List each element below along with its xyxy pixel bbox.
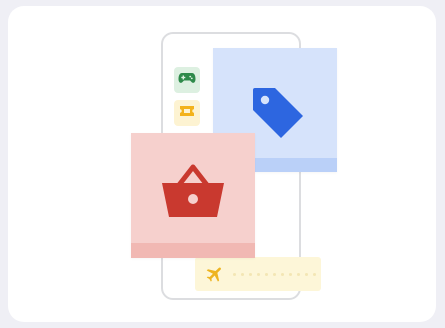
price-tag-icon xyxy=(249,84,307,147)
airplane-icon xyxy=(205,264,225,284)
shopping-tile-band xyxy=(131,243,255,258)
gamepad-icon xyxy=(178,71,196,90)
shopping-basket-icon xyxy=(159,161,227,226)
travel-strip xyxy=(195,257,321,291)
illustration-card xyxy=(8,6,436,322)
shopping-tile xyxy=(131,133,255,258)
games-chip xyxy=(174,67,200,93)
tickets-chip xyxy=(174,100,200,126)
ticket-icon xyxy=(179,104,195,122)
travel-placeholder-dots xyxy=(233,272,316,276)
